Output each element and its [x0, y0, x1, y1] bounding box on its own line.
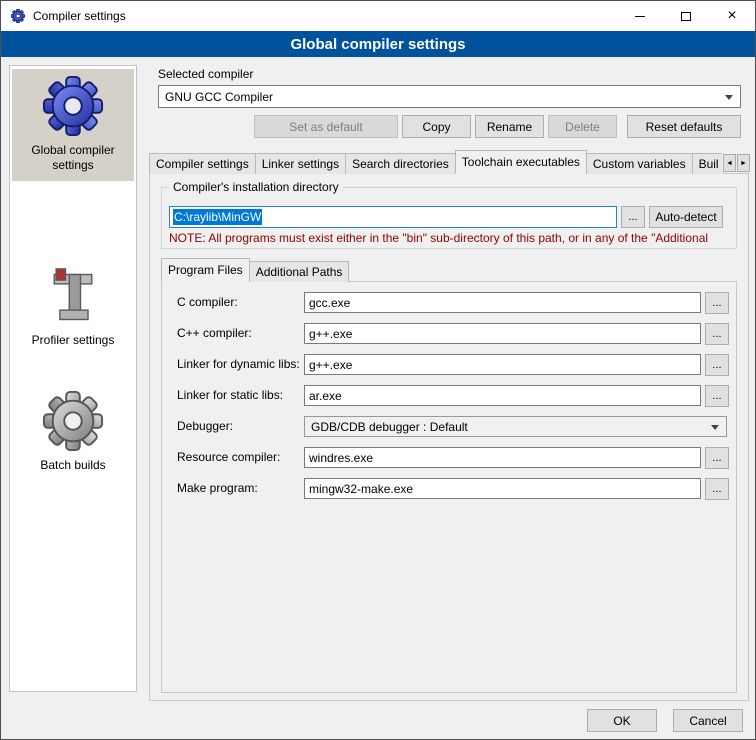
browse-button[interactable]: ...: [705, 478, 729, 500]
linker-static-row: Linker for static libs: ...: [177, 385, 729, 407]
tab-search-directories[interactable]: Search directories: [345, 153, 456, 174]
field-label: Debugger:: [177, 419, 233, 433]
field-label: C++ compiler:: [177, 326, 252, 340]
subtab-program-files[interactable]: Program Files: [161, 258, 250, 282]
bin-subdirectory-note: NOTE: All programs must exist either in …: [169, 231, 735, 245]
make-program-input[interactable]: [304, 478, 701, 499]
install-dir-value: C:\raylib\MinGW: [173, 209, 262, 225]
minimize-icon: [635, 16, 645, 17]
delete-button[interactable]: Delete: [548, 115, 617, 138]
minimize-button[interactable]: [617, 1, 663, 31]
tab-scroll-controls: ◄ ►: [722, 154, 750, 172]
make-program-row: Make program: ...: [177, 478, 729, 500]
c-compiler-row: C compiler: ...: [177, 292, 729, 314]
install-dir-group-title: Compiler's installation directory: [169, 180, 343, 194]
selected-compiler-label: Selected compiler: [158, 67, 253, 81]
close-icon: ×: [727, 8, 736, 24]
tab-build-options[interactable]: Buil: [692, 153, 722, 174]
field-label: Linker for static libs:: [177, 388, 283, 402]
sidebar-item-label: Global compiler settings: [12, 143, 134, 181]
debugger-select-value: GDB/CDB debugger : Default: [311, 420, 468, 434]
browse-button[interactable]: ...: [705, 323, 729, 345]
browse-button[interactable]: ...: [705, 292, 729, 314]
rename-button[interactable]: Rename: [475, 115, 544, 138]
install-dir-browse-button[interactable]: ...: [621, 206, 645, 228]
ok-button[interactable]: OK: [587, 709, 657, 732]
debugger-select[interactable]: GDB/CDB debugger : Default: [304, 416, 727, 437]
tab-compiler-settings[interactable]: Compiler settings: [149, 153, 256, 174]
set-as-default-button[interactable]: Set as default: [254, 115, 398, 138]
cpp-compiler-input[interactable]: [304, 323, 701, 344]
cpp-compiler-row: C++ compiler: ...: [177, 323, 729, 345]
window-controls: ×: [617, 1, 755, 31]
linker-dynamic-input[interactable]: [304, 354, 701, 375]
browse-button[interactable]: ...: [705, 354, 729, 376]
linker-dynamic-row: Linker for dynamic libs: ...: [177, 354, 729, 376]
browse-button[interactable]: ...: [705, 385, 729, 407]
tab-scroll-left-button[interactable]: ◄: [723, 154, 736, 172]
c-compiler-input[interactable]: [304, 292, 701, 313]
auto-detect-button[interactable]: Auto-detect: [649, 206, 723, 228]
reset-defaults-button[interactable]: Reset defaults: [627, 115, 741, 138]
compiler-select[interactable]: GNU GCC Compiler: [158, 85, 741, 108]
field-label: Make program:: [177, 481, 258, 495]
install-dir-input[interactable]: C:\raylib\MinGW: [169, 206, 617, 228]
resource-compiler-row: Resource compiler: ...: [177, 447, 729, 469]
blue-gear-icon: [42, 75, 104, 137]
field-label: C compiler:: [177, 295, 238, 309]
sidebar-item-global-compiler-settings[interactable]: Global compiler settings: [12, 69, 134, 181]
chevron-down-icon: [725, 95, 733, 100]
tab-custom-variables[interactable]: Custom variables: [586, 153, 693, 174]
chevron-down-icon: [711, 425, 719, 430]
cancel-button[interactable]: Cancel: [673, 709, 743, 732]
resource-compiler-input[interactable]: [304, 447, 701, 468]
compiler-select-value: GNU GCC Compiler: [165, 90, 273, 104]
sidebar-item-label: Profiler settings: [28, 333, 119, 356]
browse-button[interactable]: ...: [705, 447, 729, 469]
app-icon: [10, 8, 26, 24]
subtab-additional-paths[interactable]: Additional Paths: [249, 261, 350, 282]
titlebar: Compiler settings ×: [1, 1, 755, 31]
copy-button[interactable]: Copy: [402, 115, 471, 138]
sidebar-item-label: Batch builds: [36, 458, 109, 481]
sidebar-item-profiler-settings[interactable]: Profiler settings: [12, 261, 134, 356]
close-button[interactable]: ×: [709, 1, 755, 31]
maximize-icon: [681, 12, 691, 21]
tab-linker-settings[interactable]: Linker settings: [255, 153, 346, 174]
linker-static-input[interactable]: [304, 385, 701, 406]
field-label: Linker for dynamic libs:: [177, 357, 300, 371]
dialog-banner: Global compiler settings: [1, 31, 755, 57]
window-title: Compiler settings: [33, 9, 126, 23]
compiler-settings-dialog: Compiler settings × Global compiler sett…: [0, 0, 756, 740]
debugger-row: Debugger: GDB/CDB debugger : Default: [177, 416, 729, 438]
maximize-button[interactable]: [663, 1, 709, 31]
field-label: Resource compiler:: [177, 450, 280, 464]
gray-gear-icon: [42, 390, 104, 452]
profiler-tool-icon: [45, 267, 101, 327]
tab-toolchain-executables[interactable]: Toolchain executables: [455, 150, 587, 174]
sidebar-item-batch-builds[interactable]: Batch builds: [12, 384, 134, 481]
program-files-tabstrip: Program Files Additional Paths: [161, 258, 348, 282]
settings-tabstrip: Compiler settings Linker settings Search…: [149, 150, 722, 174]
settings-sidebar: Global compiler settings Profiler settin…: [9, 65, 137, 692]
tab-scroll-right-button[interactable]: ►: [737, 154, 750, 172]
